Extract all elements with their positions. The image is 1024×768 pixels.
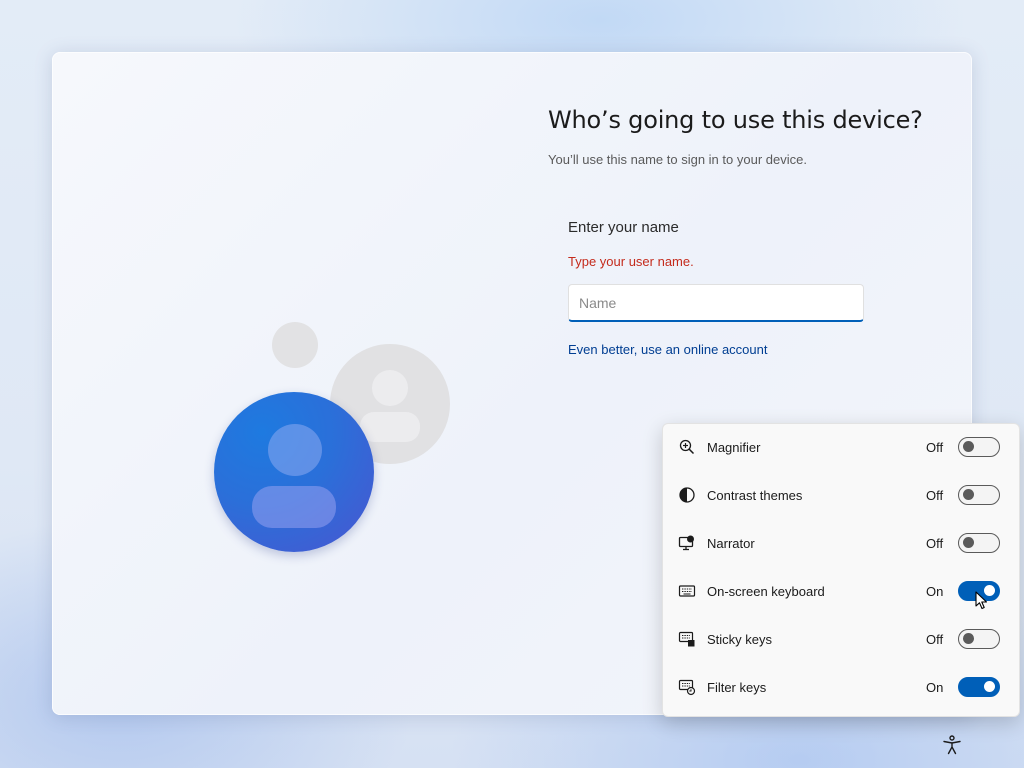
avatar-body — [360, 412, 420, 442]
flyout-item-state: Off — [926, 536, 944, 551]
flyout-item-magnifier[interactable]: Magnifier Off — [663, 424, 1019, 472]
contrast-themes-toggle[interactable] — [958, 485, 1000, 505]
flyout-item-filter-keys[interactable]: Filter keys On — [663, 664, 1019, 712]
flyout-item-state: Off — [926, 632, 944, 647]
contrast-icon — [679, 487, 695, 503]
narrator-toggle[interactable] — [958, 533, 1000, 553]
keyboard-icon — [678, 585, 696, 597]
flyout-item-narrator[interactable]: Narrator Off — [663, 520, 1019, 568]
accessibility-icon[interactable] — [941, 734, 963, 756]
avatar-head — [372, 370, 408, 406]
flyout-item-label: Filter keys — [707, 680, 767, 695]
mouse-pointer-icon — [975, 591, 988, 610]
sticky-keys-toggle[interactable] — [958, 629, 1000, 649]
narrator-icon — [678, 535, 694, 551]
online-account-link[interactable]: Even better, use an online account — [568, 342, 767, 357]
page-title: Who’s going to use this device? — [548, 106, 923, 134]
sticky-keys-icon — [678, 631, 695, 647]
name-field-label: Enter your name — [568, 219, 679, 236]
name-input[interactable] — [568, 284, 864, 322]
flyout-item-state: On — [926, 680, 944, 695]
flyout-item-label: Narrator — [707, 536, 755, 551]
name-error-message: Type your user name. — [568, 254, 694, 269]
flyout-item-state: On — [926, 584, 944, 599]
flyout-item-state: Off — [926, 440, 944, 455]
flyout-item-state: Off — [926, 488, 944, 503]
flyout-item-contrast-themes[interactable]: Contrast themes Off — [663, 472, 1019, 520]
flyout-item-label: Contrast themes — [707, 488, 803, 503]
avatar-body — [252, 486, 336, 528]
magnifier-icon — [679, 439, 695, 455]
flyout-item-sticky-keys[interactable]: Sticky keys Off — [663, 616, 1019, 664]
magnifier-toggle[interactable] — [958, 437, 1000, 457]
decorative-circle — [272, 322, 318, 368]
flyout-item-label: On-screen keyboard — [707, 584, 825, 599]
flyout-item-on-screen-keyboard[interactable]: On-screen keyboard On — [663, 568, 1019, 616]
filter-keys-icon — [678, 679, 696, 696]
page-subtitle: You’ll use this name to sign in to your … — [548, 152, 807, 167]
flyout-item-label: Magnifier — [707, 440, 761, 455]
avatar-head — [268, 424, 322, 476]
filter-keys-toggle[interactable] — [958, 677, 1000, 697]
flyout-item-label: Sticky keys — [707, 632, 773, 647]
primary-user-avatar — [214, 392, 374, 552]
accessibility-flyout: Magnifier Off Contrast themes Off Narrat… — [662, 423, 1020, 717]
